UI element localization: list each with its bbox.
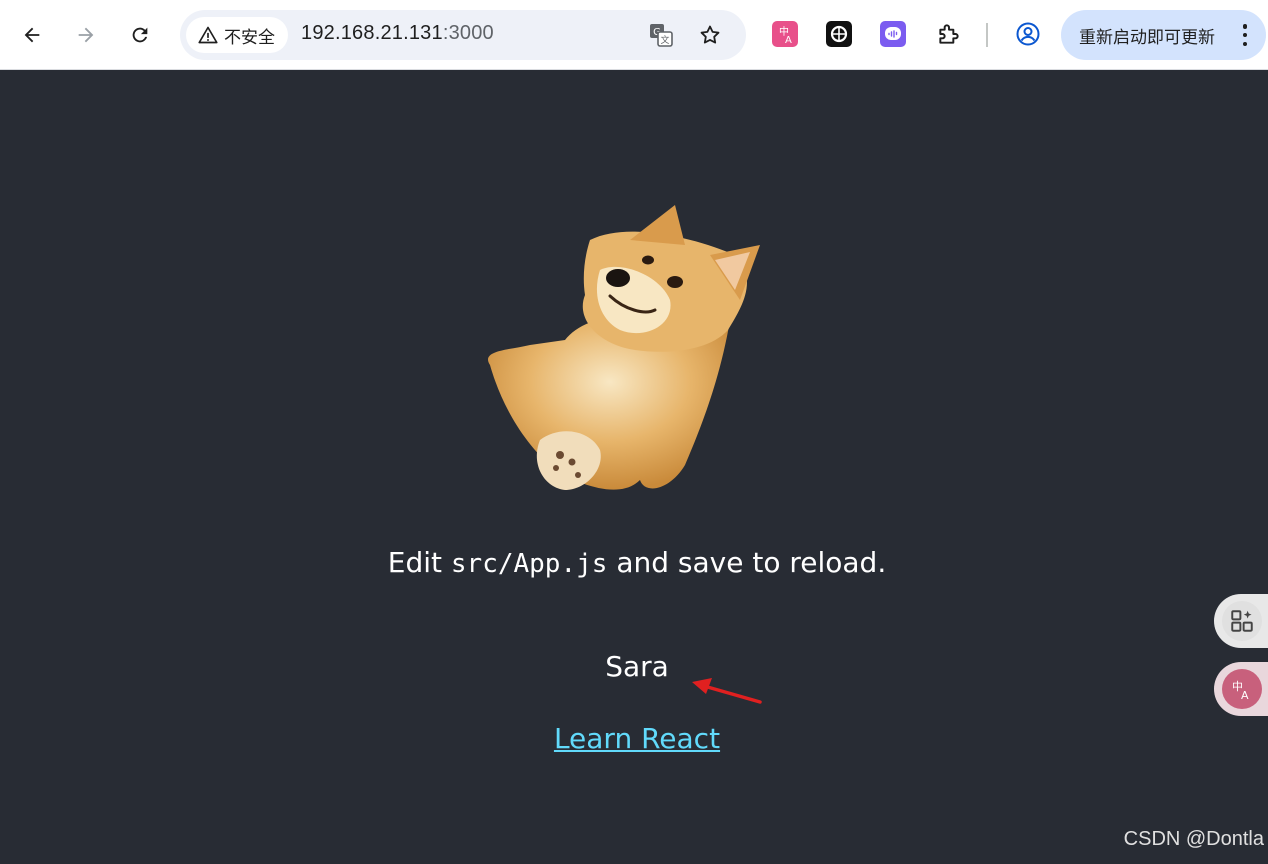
address-bar[interactable]: 不安全 192.168.21.131:3000 G 文: [180, 10, 746, 60]
translate-extension-icon: 中 A: [779, 25, 792, 46]
svg-text:A: A: [785, 35, 792, 46]
learn-react-container: Learn React: [0, 722, 1268, 755]
url-port: :3000: [442, 22, 494, 44]
red-arrow-annotation-icon: [692, 678, 762, 704]
security-chip[interactable]: 不安全: [186, 17, 288, 53]
edit-prefix: Edit: [387, 546, 451, 579]
profile-button[interactable]: [1015, 21, 1041, 47]
chatgpt-extension-icon: [830, 25, 848, 43]
update-label: 重新启动即可更新: [1079, 27, 1215, 48]
arrow-left-icon: [24, 27, 40, 43]
bookmark-button[interactable]: [697, 22, 723, 48]
translate-icon: G 文: [650, 24, 673, 47]
arrow-right-icon: [78, 27, 94, 43]
url-host: 192.168.21.131: [301, 22, 443, 44]
warning-triangle-icon: [198, 26, 218, 44]
extension-voice[interactable]: [880, 21, 906, 47]
url-text[interactable]: 192.168.21.131:3000: [301, 22, 494, 45]
kebab-menu-icon[interactable]: [1242, 24, 1248, 46]
translate-page-button[interactable]: G 文: [648, 22, 674, 48]
svg-text:A: A: [1241, 689, 1249, 702]
svg-text:文: 文: [660, 34, 669, 46]
edit-instructions: Edit src/App.js and save to reload.: [0, 546, 1268, 579]
floating-translate-button[interactable]: 中 A: [1214, 662, 1268, 716]
toolbar-divider: [986, 23, 988, 47]
profile-icon: [1016, 22, 1040, 46]
name-label: Sara: [605, 650, 669, 683]
floating-grid-button[interactable]: [1214, 594, 1268, 648]
browser-toolbar: 不安全 192.168.21.131:3000 G 文 中 A 重新启动即可更新: [0, 0, 1268, 70]
reload-icon: [132, 27, 148, 43]
security-label: 不安全: [224, 27, 275, 48]
grid-sparkle-icon: [1231, 610, 1253, 632]
extension-chatgpt[interactable]: [826, 21, 852, 47]
extension-translate[interactable]: 中 A: [772, 21, 798, 47]
learn-react-link[interactable]: Learn React: [554, 722, 720, 755]
edit-code-path: src/App.js: [450, 549, 608, 579]
update-button[interactable]: 重新启动即可更新: [1061, 10, 1266, 60]
puzzle-icon: [939, 24, 959, 44]
back-button[interactable]: [12, 15, 52, 55]
reload-button[interactable]: [120, 15, 160, 55]
extensions-button[interactable]: [936, 21, 962, 47]
forward-button[interactable]: [66, 15, 106, 55]
voice-extension-icon: [885, 27, 901, 40]
watermark-text: CSDN @Dontla: [1123, 828, 1264, 850]
translate-extension-icon: 中 A: [1232, 680, 1249, 702]
star-icon: [700, 25, 720, 44]
doge-logo-image: [488, 205, 760, 490]
edit-suffix: and save to reload.: [607, 546, 887, 579]
